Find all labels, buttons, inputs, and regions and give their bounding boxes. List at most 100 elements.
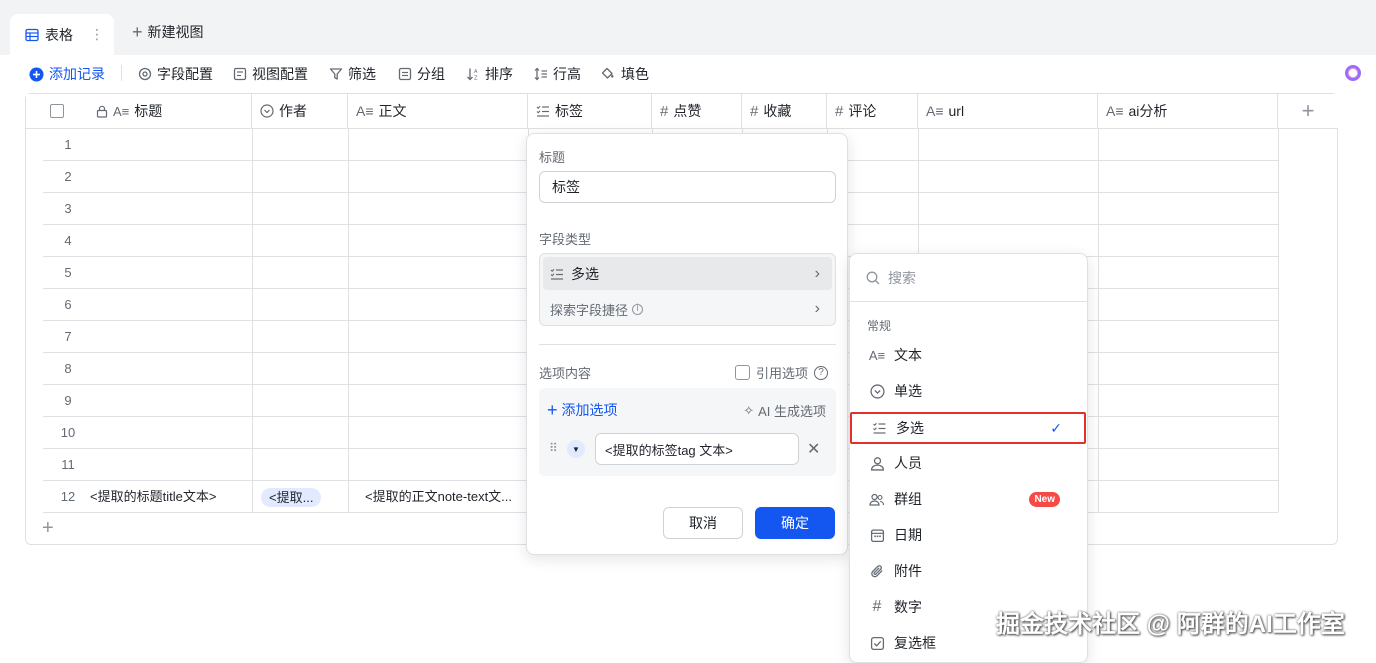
add-option-button[interactable]: + 添加选项	[547, 400, 618, 420]
explore-shortcut-button[interactable]: 探索字段捷径 i ›	[543, 294, 832, 324]
plus-icon: +	[1301, 98, 1315, 123]
column-header-body[interactable]: A≡ 正文	[348, 94, 528, 129]
number-icon: #	[660, 102, 669, 120]
new-view-label: 新建视图	[147, 24, 204, 40]
field-title-label: 标题	[539, 150, 566, 165]
checkmark-icon: ✓	[1050, 419, 1062, 436]
paperclip-icon	[868, 564, 886, 579]
view-config-button[interactable]: 视图配置	[233, 56, 308, 92]
multi-select-icon	[536, 104, 550, 118]
new-view-button[interactable]: + 新建视图	[132, 22, 204, 42]
row-height-label: 行高	[553, 66, 581, 82]
sort-label: 排序	[485, 66, 513, 82]
column-header-ai-analysis[interactable]: A≡ ai分析	[1098, 94, 1278, 129]
column-favorites-label: 收藏	[763, 103, 792, 119]
row-number: 11	[61, 457, 75, 472]
option-color-picker[interactable]: ▼	[567, 440, 585, 458]
fill-color-label: 填色	[621, 66, 649, 82]
type-option-person[interactable]: 人员	[850, 445, 1087, 481]
group-button[interactable]: 分组	[398, 56, 445, 92]
sort-button[interactable]: AZ 排序	[466, 56, 513, 92]
field-title-input[interactable]: 标签	[539, 171, 836, 203]
column-header-title[interactable]: A≡ 标题	[88, 94, 252, 129]
column-divider	[1278, 129, 1279, 512]
row-number: 12	[60, 489, 76, 504]
row-number: 3	[64, 201, 72, 216]
type-option-label: 附件	[894, 563, 922, 579]
fill-color-button[interactable]: 填色	[601, 56, 649, 92]
type-option-label: 人员	[894, 455, 922, 471]
close-icon[interactable]: ✕	[807, 439, 820, 459]
chevron-right-icon: ›	[814, 300, 820, 317]
type-option-text[interactable]: A≡ 文本	[850, 337, 1087, 373]
cell-author-tag[interactable]: <提取...	[261, 488, 322, 507]
drag-handle-icon[interactable]: ⠿	[549, 441, 558, 455]
add-column-button[interactable]: +	[1278, 94, 1338, 129]
confirm-button[interactable]: 确定	[755, 507, 835, 539]
row-number: 10	[60, 425, 76, 440]
multi-select-icon	[550, 267, 564, 281]
type-option-label: 数字	[894, 599, 922, 615]
watermark: 掘金技术社区 @ 阿群的AI工作室	[996, 611, 1345, 638]
text-field-icon: A≡	[113, 103, 130, 119]
field-type-box: 多选 › 探索字段捷径 i ›	[539, 253, 836, 326]
tab-table-view[interactable]: 表格 ⋮	[10, 14, 114, 55]
text-field-icon: A≡	[926, 103, 944, 119]
filter-button[interactable]: 筛选	[329, 56, 376, 92]
plus-icon: +	[132, 22, 143, 42]
plus-icon: +	[547, 400, 558, 420]
explore-shortcut-label: 探索字段捷径	[550, 302, 629, 318]
checkbox-icon	[868, 636, 886, 651]
cancel-button[interactable]: 取消	[663, 507, 743, 539]
svg-text:Z: Z	[474, 76, 478, 82]
add-option-label: 添加选项	[561, 402, 618, 418]
type-option-single-select[interactable]: 单选	[850, 373, 1087, 409]
field-config-button[interactable]: 字段配置	[138, 56, 213, 92]
options-box: + 添加选项 ✧ AI 生成选项 ⠿ ▼ <提取的标签tag 文本> ✕	[539, 388, 836, 476]
column-url-label: url	[948, 103, 965, 119]
single-select-icon	[260, 104, 274, 118]
type-option-multi-select[interactable]: 多选 ✓	[850, 412, 1086, 444]
type-option-group[interactable]: 群组 New	[850, 481, 1087, 517]
ai-generate-label: AI 生成选项	[758, 404, 826, 419]
field-edit-panel: 标题 标签 字段类型 多选 › 探索字段捷径 i › 选项内容 引用选项 ? +…	[526, 133, 848, 555]
type-option-date[interactable]: 日期	[850, 517, 1087, 553]
column-header-url[interactable]: A≡ url	[918, 94, 1098, 129]
field-type-dropdown: 搜索 常规 A≡ 文本 单选 多选 ✓ 人员 群组 New 日期 附件 # 数字…	[849, 253, 1088, 663]
type-search-field[interactable]: 搜索	[850, 254, 1087, 302]
add-record-button[interactable]: 添加记录	[29, 56, 105, 92]
reference-options-toggle[interactable]: 引用选项 ?	[735, 363, 829, 382]
row-number: 5	[64, 265, 72, 280]
ai-assistant-icon[interactable]	[1345, 65, 1361, 81]
select-all-checkbox[interactable]	[50, 104, 64, 118]
option-value-input[interactable]: <提取的标签tag 文本>	[595, 433, 799, 465]
row-height-button[interactable]: 行高	[534, 56, 581, 92]
info-icon: i	[632, 303, 644, 315]
row-number: 9	[64, 393, 72, 408]
column-header-comments[interactable]: # 评论	[827, 94, 918, 129]
column-header-author[interactable]: 作者	[252, 94, 348, 129]
column-header-favorites[interactable]: # 收藏	[742, 94, 827, 129]
reference-checkbox[interactable]	[735, 365, 750, 380]
column-header-tags[interactable]: 标签	[528, 94, 652, 129]
row-number: 7	[64, 329, 72, 344]
search-placeholder: 搜索	[888, 269, 916, 286]
cell-title[interactable]: <提取的标题title文本>	[90, 481, 248, 513]
ai-generate-button[interactable]: ✧ AI 生成选项	[743, 401, 826, 420]
tab-label: 表格	[45, 26, 73, 43]
row-number: 6	[64, 297, 72, 312]
field-type-select[interactable]: 多选 ›	[543, 257, 832, 290]
text-field-icon: A≡	[1106, 103, 1124, 119]
more-icon[interactable]: ⋮	[90, 26, 104, 43]
column-header-likes[interactable]: # 点赞	[652, 94, 742, 129]
cell-body[interactable]: <提取的正文note-text文...	[365, 481, 527, 513]
group-icon	[398, 67, 412, 81]
type-option-label: 单选	[894, 383, 922, 399]
type-option-attachment[interactable]: 附件	[850, 553, 1087, 589]
row-number: 1	[64, 137, 72, 152]
filter-label: 筛选	[348, 66, 376, 82]
add-row-button[interactable]: +	[42, 518, 54, 538]
view-config-label: 视图配置	[252, 66, 308, 82]
number-icon: #	[835, 102, 844, 120]
select-all-cell[interactable]	[26, 94, 88, 129]
